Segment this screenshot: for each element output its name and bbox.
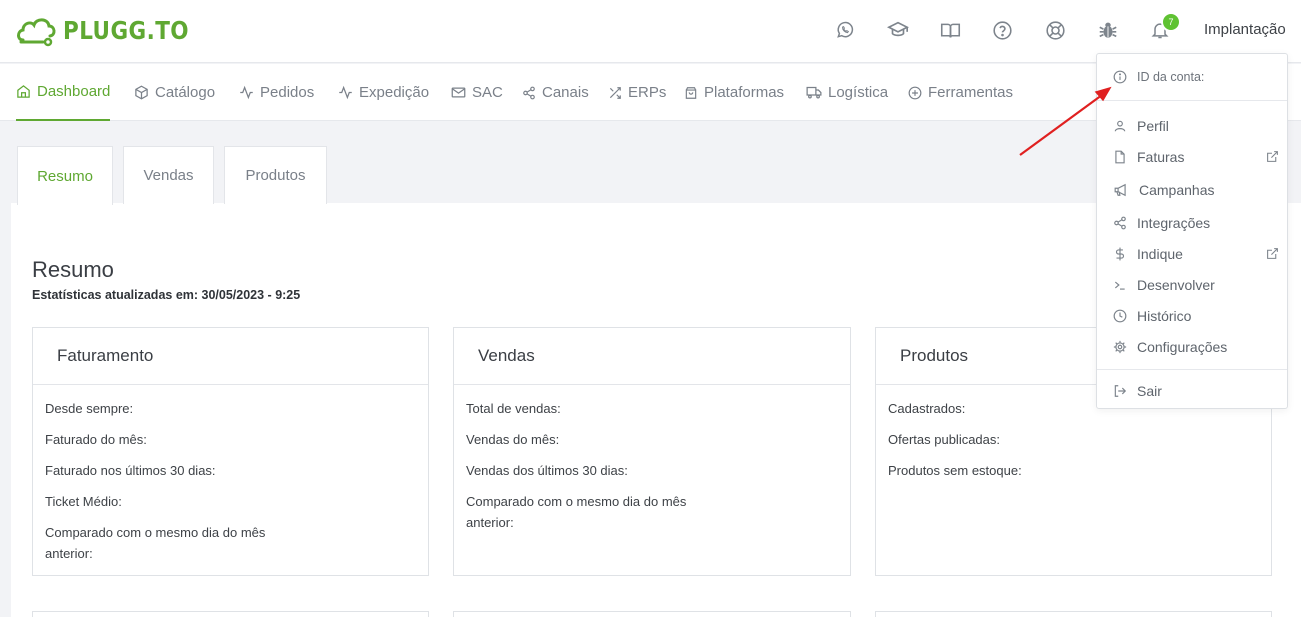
annotation-arrow <box>1019 86 1112 156</box>
